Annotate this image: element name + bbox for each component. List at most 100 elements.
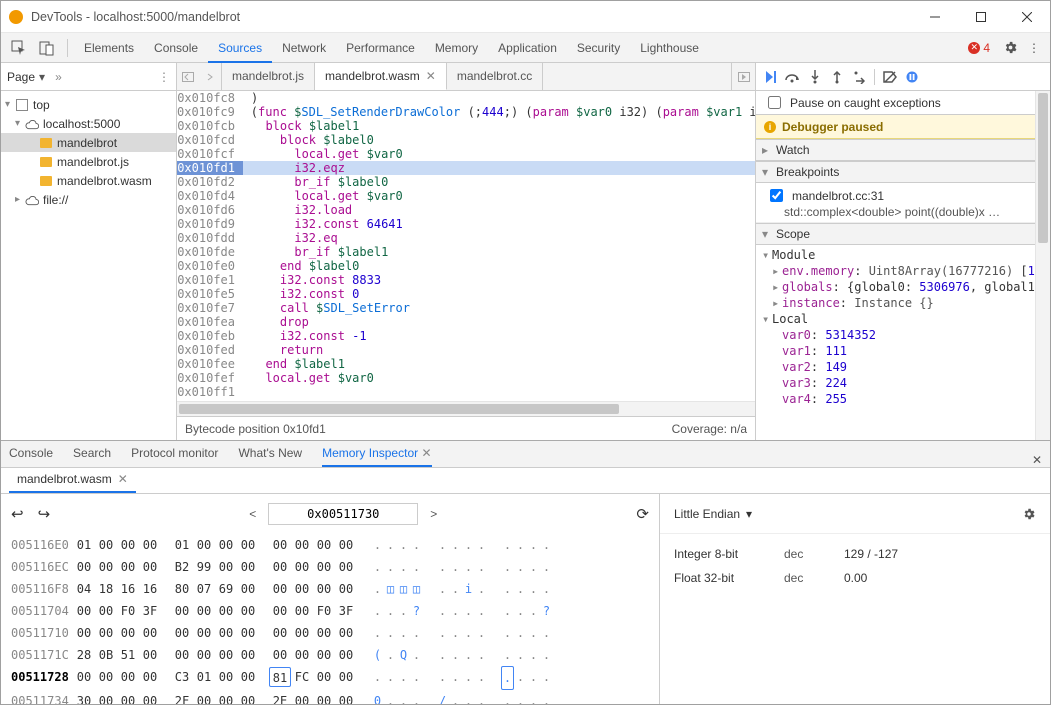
main-tab-application[interactable]: Application — [488, 33, 567, 63]
pause-on-caught-checkbox[interactable] — [768, 96, 781, 109]
main-tab-sources[interactable]: Sources — [208, 33, 272, 63]
drawer-close-button[interactable]: ✕ — [1032, 453, 1042, 467]
code-line[interactable]: 0x010fcb block $label1 — [177, 119, 755, 133]
main-tab-elements[interactable]: Elements — [74, 33, 144, 63]
file-tab[interactable]: mandelbrot.cc — [447, 63, 543, 90]
value-mode[interactable]: dec — [784, 547, 844, 561]
scope-instance[interactable]: ▸instance: Instance {} — [756, 295, 1050, 311]
more-menu-button[interactable]: ⋮ — [1022, 35, 1046, 61]
navigator-menu-button[interactable]: ⋮ — [158, 70, 170, 84]
undo-button[interactable]: ↩ — [11, 505, 24, 523]
code-line[interactable]: 0x010fe5 i32.const 0 — [177, 287, 755, 301]
code-line[interactable]: 0x010ff1 — [177, 385, 755, 399]
run-snippet-button[interactable] — [731, 63, 755, 90]
more-tabs-icon[interactable]: » — [55, 70, 62, 84]
file-tab[interactable]: mandelbrot.wasm✕ — [315, 63, 447, 90]
drawer-tab-console[interactable]: Console — [9, 440, 53, 467]
code-line[interactable]: 0x010fe0 end $label0 — [177, 259, 755, 273]
settings-button[interactable] — [998, 35, 1022, 61]
minimize-button[interactable] — [912, 1, 958, 33]
code-line[interactable]: 0x010fdd i32.eq — [177, 231, 755, 245]
close-icon[interactable]: ✕ — [118, 467, 128, 492]
code-line[interactable]: 0x010fcd block $label0 — [177, 133, 755, 147]
scope-variable[interactable]: var4: 255 — [756, 391, 1050, 407]
drawer-tab-protocol-monitor[interactable]: Protocol monitor — [131, 440, 218, 467]
sidebar-scrollbar[interactable] — [1035, 91, 1050, 440]
close-button[interactable] — [1004, 1, 1050, 33]
scope-variable[interactable]: var1: 111 — [756, 343, 1050, 359]
code-line[interactable]: 0x010fe1 i32.const 8833 — [177, 273, 755, 287]
drawer-tab-search[interactable]: Search — [73, 440, 111, 467]
pause-on-caught-row[interactable]: Pause on caught exceptions — [756, 91, 1050, 115]
hex-viewer[interactable]: 005116E0010000000100000000000000.... ...… — [1, 534, 659, 704]
memory-inspector-tab[interactable]: mandelbrot.wasm ✕ — [9, 468, 136, 493]
step-over-button[interactable] — [782, 65, 804, 89]
deactivate-breakpoints-button[interactable] — [879, 65, 901, 89]
scope-local[interactable]: ▾Local — [756, 311, 1050, 327]
code-line[interactable]: 0x010fd9 i32.const 64641 — [177, 217, 755, 231]
memory-address-input[interactable] — [268, 503, 418, 525]
resume-button[interactable] — [760, 65, 782, 89]
main-tab-network[interactable]: Network — [272, 33, 336, 63]
scope-variable[interactable]: var2: 149 — [756, 359, 1050, 375]
endian-select[interactable]: Little Endian▾ — [674, 507, 752, 521]
error-badge[interactable]: ✕ 4 — [968, 41, 990, 55]
breakpoint-item[interactable]: mandelbrot.cc:31 std::complex<double> po… — [756, 183, 1050, 223]
refresh-button[interactable]: ⟳ — [636, 505, 649, 523]
pause-exceptions-button[interactable] — [901, 65, 923, 89]
code-viewer[interactable]: 0x010fc8)0x010fc9(func $SDL_SetRenderDra… — [177, 91, 755, 401]
history-fwd-button[interactable] — [199, 63, 221, 90]
watch-section-header[interactable]: ▸Watch — [756, 139, 1050, 161]
editor-h-scrollbar[interactable] — [177, 401, 755, 416]
inspect-element-button[interactable] — [5, 35, 33, 61]
hex-row[interactable]: 005117040000F03F000000000000F03F...? ...… — [11, 600, 649, 622]
step-into-button[interactable] — [804, 65, 826, 89]
breakpoints-section-header[interactable]: ▾Breakpoints — [756, 161, 1050, 183]
code-line[interactable]: 0x010fcf local.get $var0 — [177, 147, 755, 161]
next-page-button[interactable]: > — [430, 507, 437, 521]
main-tab-lighthouse[interactable]: Lighthouse — [630, 33, 709, 63]
breakpoint-checkbox[interactable] — [770, 189, 783, 202]
tree-top-frame[interactable]: ▾top — [1, 95, 176, 114]
code-line[interactable]: 0x010fc8) — [177, 91, 755, 105]
drawer-tab-what's-new[interactable]: What's New — [238, 440, 302, 467]
close-icon[interactable]: ✕ — [421, 446, 431, 460]
step-out-button[interactable] — [826, 65, 848, 89]
redo-button[interactable]: ↪ — [38, 505, 51, 523]
scope-variable[interactable]: var3: 224 — [756, 375, 1050, 391]
file-tab[interactable]: mandelbrot.js — [222, 63, 315, 90]
value-mode[interactable]: dec — [784, 571, 844, 585]
main-tab-security[interactable]: Security — [567, 33, 630, 63]
scope-section-header[interactable]: ▾Scope — [756, 223, 1050, 245]
hex-row[interactable]: 00511710000000000000000000000000.... ...… — [11, 622, 649, 644]
hex-row[interactable]: 005116EC00000000B299000000000000.... ...… — [11, 556, 649, 578]
code-line[interactable]: 0x010fd4 local.get $var0 — [177, 189, 755, 203]
code-line[interactable]: 0x010fed return — [177, 343, 755, 357]
maximize-button[interactable] — [958, 1, 1004, 33]
scope-env-memory[interactable]: ▸env.memory: Uint8Array(16777216) [101, … — [756, 263, 1050, 279]
tree-item-mandelbrot[interactable]: mandelbrot — [1, 133, 176, 152]
main-tab-console[interactable]: Console — [144, 33, 208, 63]
hex-row[interactable]: 005116F8041816168007690000000000.◫◫◫ ..i… — [11, 578, 649, 600]
navigator-dropdown[interactable]: Page — [7, 70, 35, 84]
scope-globals[interactable]: ▸globals: {global0: 5306976, global1: 65… — [756, 279, 1050, 295]
hex-row[interactable]: 00511734300000002F0000002E0000000... /..… — [11, 690, 649, 704]
hex-row[interactable]: 0051172800000000C301000081FC0000.... ...… — [11, 666, 649, 690]
prev-page-button[interactable]: < — [249, 507, 256, 521]
code-line[interactable]: 0x010fd6 i32.load — [177, 203, 755, 217]
code-line[interactable]: 0x010fde br_if $label1 — [177, 245, 755, 259]
hex-row[interactable]: 005116E0010000000100000000000000.... ...… — [11, 534, 649, 556]
close-icon[interactable]: ✕ — [426, 63, 436, 90]
step-button[interactable] — [848, 65, 870, 89]
tree-file-scheme[interactable]: ▸file:// — [1, 190, 176, 209]
value-settings-button[interactable] — [1022, 507, 1036, 521]
drawer-tab-memory-inspector[interactable]: Memory Inspector ✕ — [322, 440, 431, 467]
history-back-button[interactable] — [177, 63, 199, 90]
code-line[interactable]: 0x010fc9(func $SDL_SetRenderDrawColor (;… — [177, 105, 755, 119]
code-line[interactable]: 0x010feb i32.const -1 — [177, 329, 755, 343]
hex-row[interactable]: 0051171C280B51000000000000000000(.Q. ...… — [11, 644, 649, 666]
code-line[interactable]: 0x010fea drop — [177, 315, 755, 329]
scope-module[interactable]: ▾Module — [756, 247, 1050, 263]
tree-host[interactable]: ▾localhost:5000 — [1, 114, 176, 133]
code-line[interactable]: 0x010fd1 i32.eqz — [177, 161, 755, 175]
